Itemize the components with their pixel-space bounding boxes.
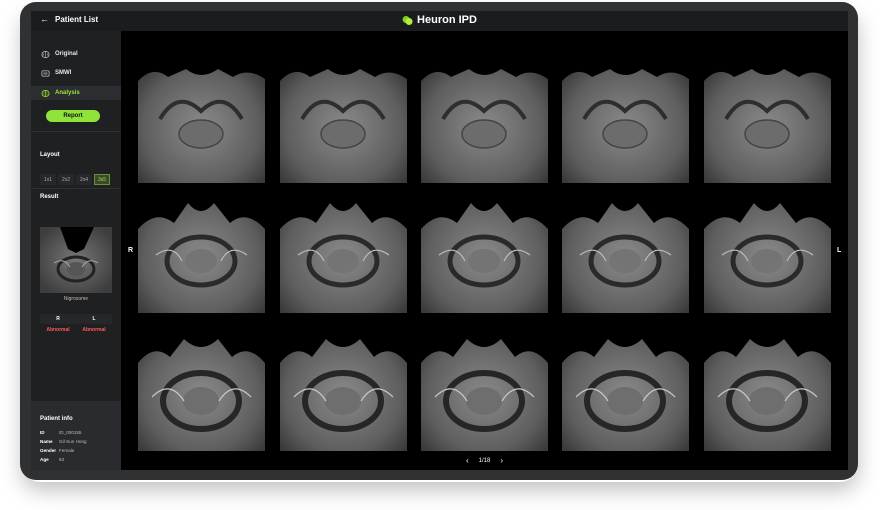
patient-info-title: Patient info bbox=[40, 416, 73, 422]
patient-row-name: Name Gil-Sun Hong bbox=[40, 439, 87, 444]
mri-slice[interactable] bbox=[280, 189, 407, 313]
patient-row-gender: Gender Female bbox=[40, 448, 75, 453]
layout-title: Layout bbox=[40, 152, 60, 158]
result-side-header: R L bbox=[40, 314, 112, 324]
heuron-logo-icon bbox=[402, 15, 413, 25]
layout-1x1[interactable]: 1x1 bbox=[40, 174, 56, 185]
mri-slice[interactable] bbox=[280, 327, 407, 451]
mri-slice[interactable] bbox=[421, 59, 548, 183]
mri-slice[interactable] bbox=[704, 189, 831, 313]
top-bar: ← Patient List Heuron IPD bbox=[31, 11, 848, 31]
page-indicator: 1/18 bbox=[478, 457, 491, 464]
mri-slice[interactable] bbox=[280, 59, 407, 183]
nav-analysis-label: Analysis bbox=[55, 90, 80, 96]
mri-slice[interactable] bbox=[562, 59, 689, 183]
nav-analysis[interactable]: Analysis bbox=[31, 86, 121, 100]
brain-analysis-icon bbox=[41, 89, 50, 97]
mri-slice[interactable] bbox=[138, 327, 265, 451]
next-page-icon[interactable]: › bbox=[500, 456, 503, 465]
app-screen: ← Patient List Heuron IPD Original SMWI … bbox=[31, 11, 848, 470]
layout-2x4[interactable]: 2x4 bbox=[76, 174, 92, 185]
sidebar: Original SMWI Analysis Report Layout 1x1… bbox=[31, 31, 121, 470]
result-caption: Nigrosome bbox=[63, 296, 89, 302]
back-label: Patient List bbox=[55, 15, 99, 24]
result-side-l: L bbox=[92, 316, 96, 322]
brain-scan-icon bbox=[41, 69, 50, 77]
mri-slice[interactable] bbox=[138, 189, 265, 313]
image-viewer: R L ‹ 1/18 › bbox=[121, 31, 848, 470]
patient-info-panel: Patient info ID ID_000155 Name Gil-Sun Hon… bbox=[31, 401, 121, 470]
layout-options: 1x1 2x2 2x4 3x5 bbox=[40, 174, 110, 185]
nav-smwi-label: SMWI bbox=[55, 70, 72, 76]
brain-icon bbox=[41, 50, 50, 58]
patient-row-id: ID ID_000155 bbox=[40, 430, 82, 435]
divider bbox=[31, 188, 121, 189]
result-value-l: Abnormal bbox=[82, 327, 106, 333]
app-brand: Heuron IPD bbox=[402, 14, 477, 26]
pager: ‹ 1/18 › bbox=[121, 456, 848, 465]
result-value-r: Abnormal bbox=[46, 327, 70, 333]
viewer-label-right: R bbox=[128, 247, 134, 254]
app-title: Heuron IPD bbox=[417, 14, 477, 26]
back-to-patient-list[interactable]: ← Patient List bbox=[40, 14, 99, 25]
layout-2x2[interactable]: 2x2 bbox=[58, 174, 74, 185]
arrow-left-icon: ← bbox=[40, 14, 49, 24]
mri-slice[interactable] bbox=[704, 59, 831, 183]
patient-row-age: Age 63 bbox=[40, 457, 65, 462]
layout-3x5[interactable]: 3x5 bbox=[94, 174, 110, 185]
result-side-r: R bbox=[56, 316, 60, 322]
mri-slice[interactable] bbox=[421, 189, 548, 313]
result-values: Abnormal Abnormal bbox=[40, 327, 112, 333]
mri-slice[interactable] bbox=[704, 327, 831, 451]
divider bbox=[31, 131, 121, 132]
prev-page-icon[interactable]: ‹ bbox=[466, 456, 469, 465]
nav-original-label: Original bbox=[55, 51, 78, 57]
nav-original[interactable]: Original bbox=[31, 47, 121, 61]
mri-slice[interactable] bbox=[562, 189, 689, 313]
mri-slice[interactable] bbox=[138, 59, 265, 183]
report-button[interactable]: Report bbox=[46, 110, 100, 122]
mri-slice[interactable] bbox=[421, 327, 548, 451]
mri-slice[interactable] bbox=[562, 327, 689, 451]
result-thumbnail bbox=[40, 227, 112, 293]
nav-smwi[interactable]: SMWI bbox=[31, 66, 121, 80]
viewer-label-left: L bbox=[837, 247, 842, 254]
result-title: Result bbox=[40, 194, 59, 200]
